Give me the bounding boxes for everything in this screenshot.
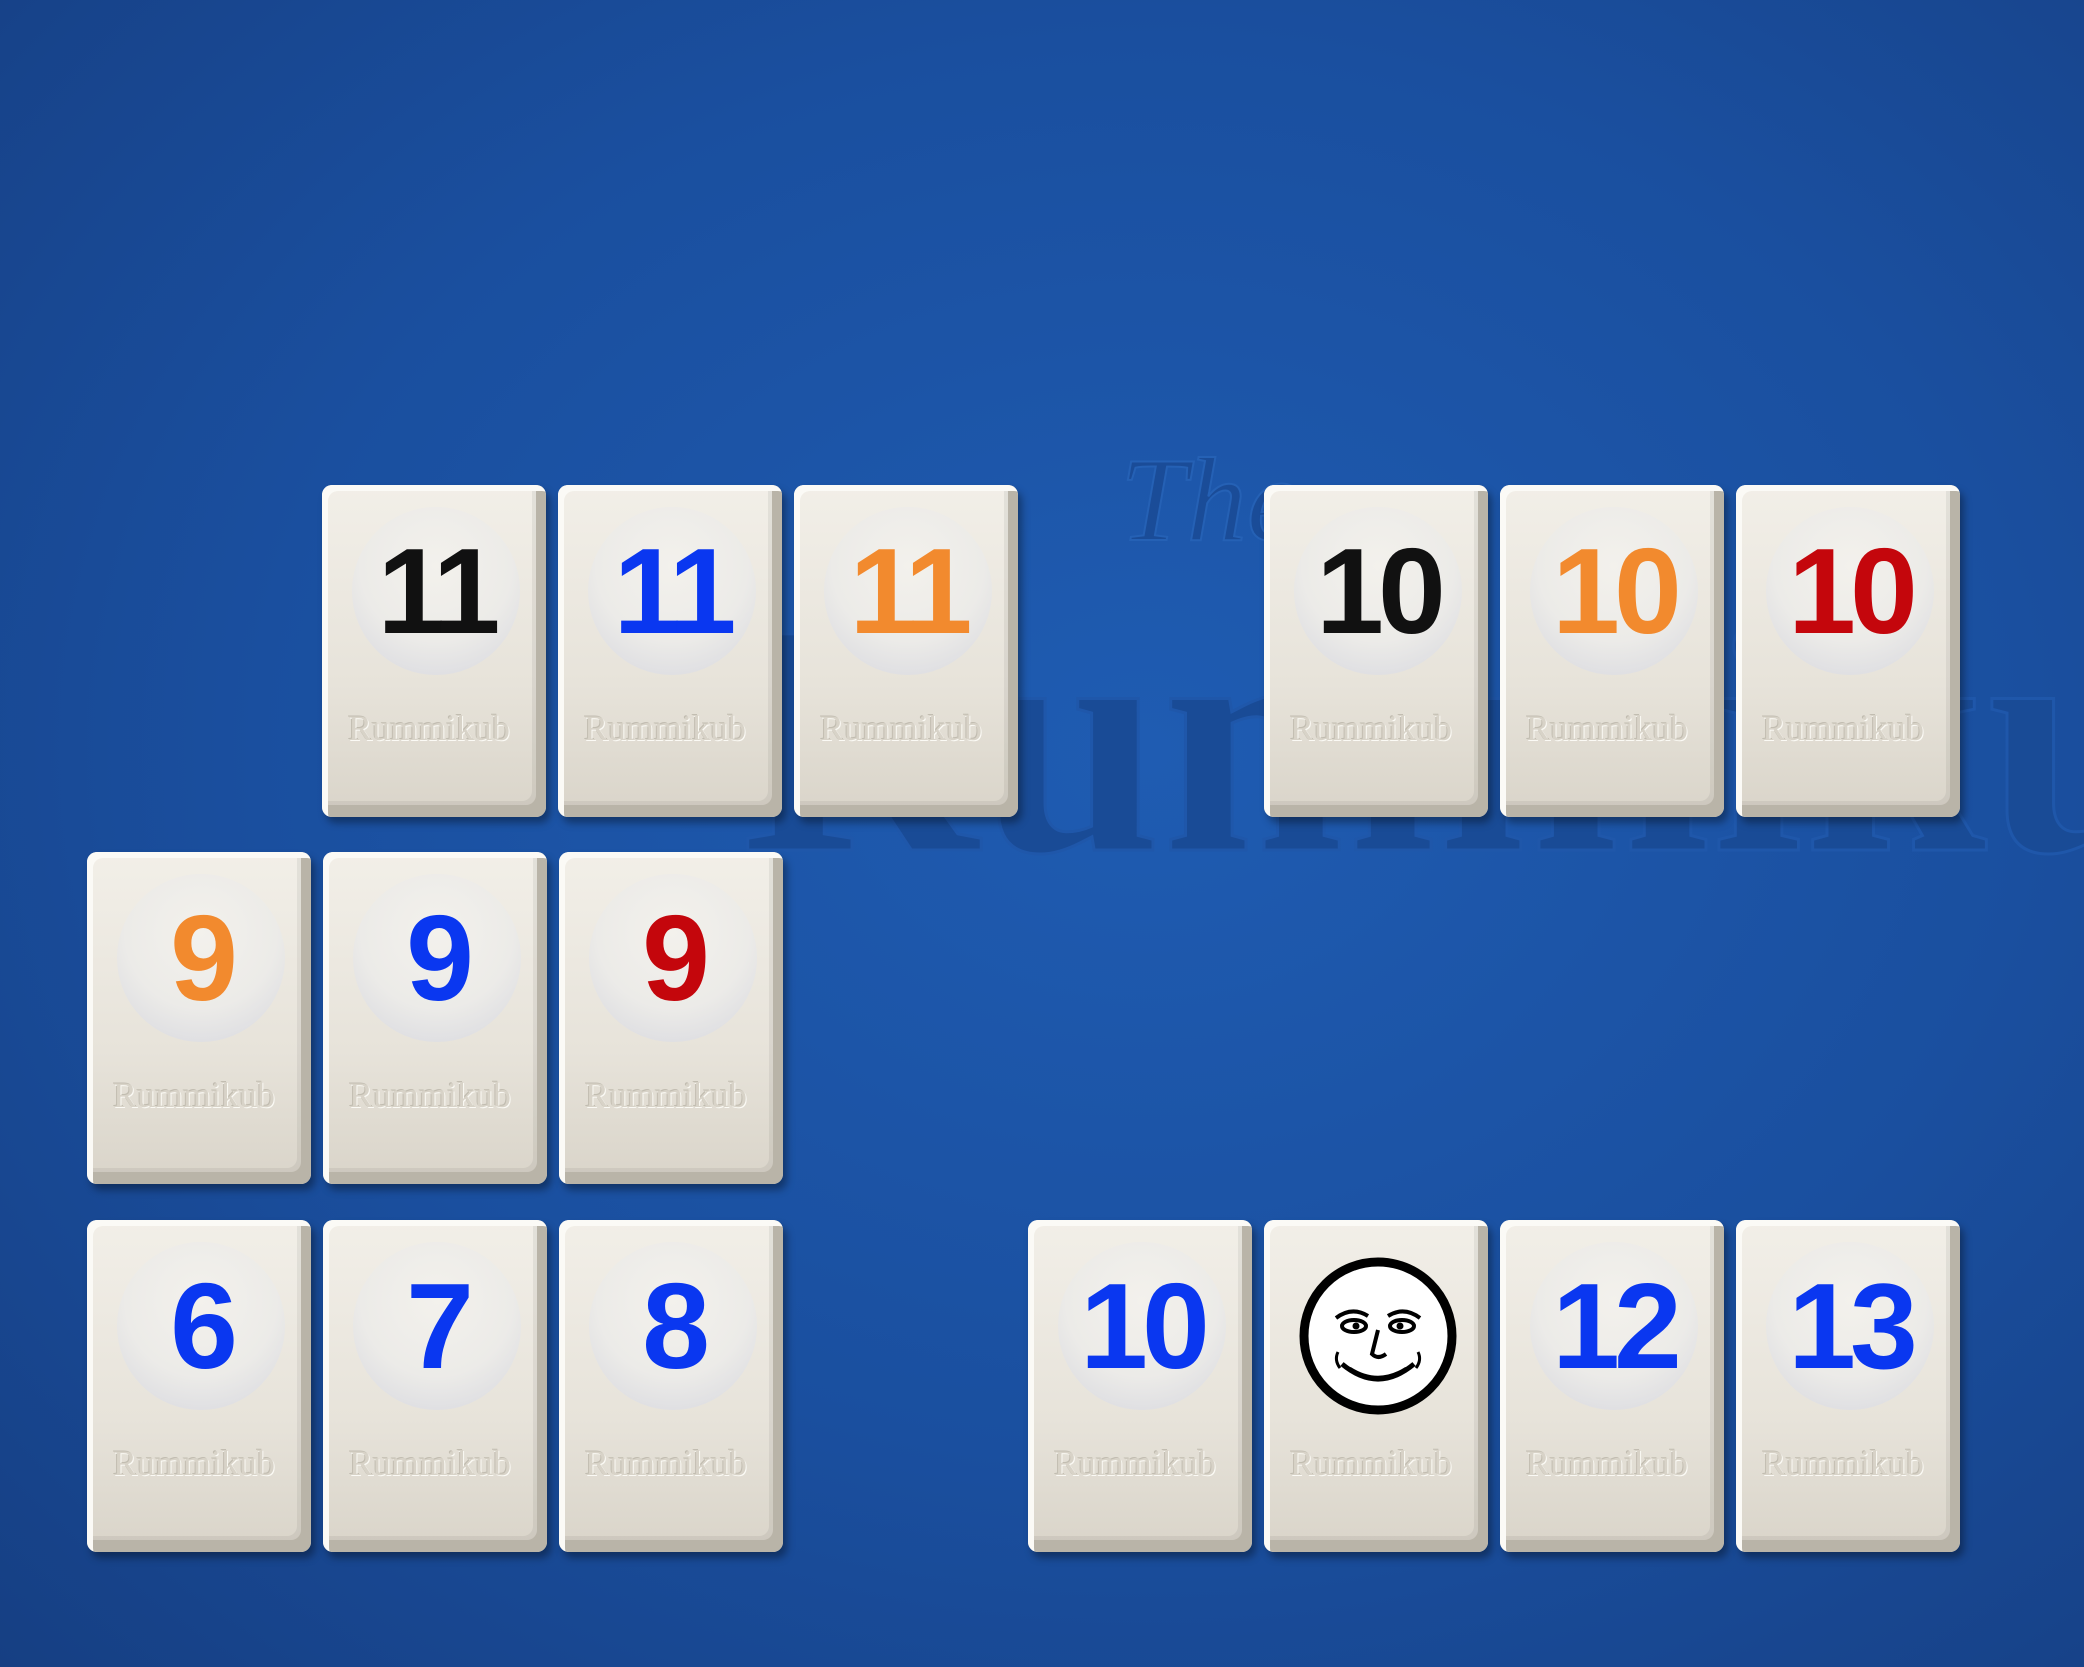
tile-number: 11 (613, 523, 737, 659)
joker-face-icon (1298, 1256, 1458, 1416)
number-tile[interactable]: 10 Rummikub (1500, 485, 1724, 817)
number-tile[interactable]: 9 Rummikub (559, 852, 783, 1184)
tile-brand-label: Rummikub (819, 708, 983, 748)
number-tile[interactable]: 9 Rummikub (87, 852, 311, 1184)
tile-number: 11 (377, 523, 501, 659)
tile-brand-label: Rummikub (1761, 1443, 1925, 1483)
tile-number: 9 (642, 890, 710, 1026)
number-tile[interactable]: 7 Rummikub (323, 1220, 547, 1552)
number-tile[interactable]: 11 Rummikub (558, 485, 782, 817)
tile-brand-label: Rummikub (584, 1443, 748, 1483)
tile-number: 10 (1788, 523, 1918, 659)
number-tile[interactable]: 12 Rummikub (1500, 1220, 1724, 1552)
number-tile[interactable]: 10 Rummikub (1736, 485, 1960, 817)
tile-brand-label: Rummikub (347, 708, 511, 748)
tile-brand-label: Rummikub (1525, 708, 1689, 748)
tile-number: 9 (170, 890, 238, 1026)
number-tile[interactable]: 8 Rummikub (559, 1220, 783, 1552)
tile-brand-label: Rummikub (348, 1443, 512, 1483)
tile-number: 12 (1552, 1258, 1682, 1394)
tile-brand-label: Rummikub (1289, 1443, 1453, 1483)
tile-brand-label: Rummikub (583, 708, 747, 748)
number-tile[interactable]: 11 Rummikub (794, 485, 1018, 817)
tile-brand-label: Rummikub (1053, 1443, 1217, 1483)
tile-brand-label: Rummikub (1289, 708, 1453, 748)
tile-number: 7 (406, 1258, 474, 1394)
tile-brand-label: Rummikub (1761, 708, 1925, 748)
tile-number: 8 (642, 1258, 710, 1394)
tile-number: 10 (1552, 523, 1682, 659)
joker-tile[interactable]: Rummikub (1264, 1220, 1488, 1552)
number-tile[interactable]: 6 Rummikub (87, 1220, 311, 1552)
tile-number: 6 (170, 1258, 238, 1394)
tile-brand-label: Rummikub (584, 1075, 748, 1115)
number-tile[interactable]: 10 Rummikub (1028, 1220, 1252, 1552)
tile-brand-label: Rummikub (348, 1075, 512, 1115)
tile-brand-label: Rummikub (112, 1443, 276, 1483)
tile-number: 13 (1788, 1258, 1918, 1394)
tile-brand-label: Rummikub (1525, 1443, 1689, 1483)
number-tile[interactable]: 9 Rummikub (323, 852, 547, 1184)
tile-number: 9 (406, 890, 474, 1026)
tile-number: 11 (849, 523, 973, 659)
number-tile[interactable]: 11 Rummikub (322, 485, 546, 817)
tile-number: 10 (1316, 523, 1446, 659)
tile-number: 10 (1080, 1258, 1210, 1394)
tile-brand-label: Rummikub (112, 1075, 276, 1115)
number-tile[interactable]: 13 Rummikub (1736, 1220, 1960, 1552)
number-tile[interactable]: 10 Rummikub (1264, 485, 1488, 817)
